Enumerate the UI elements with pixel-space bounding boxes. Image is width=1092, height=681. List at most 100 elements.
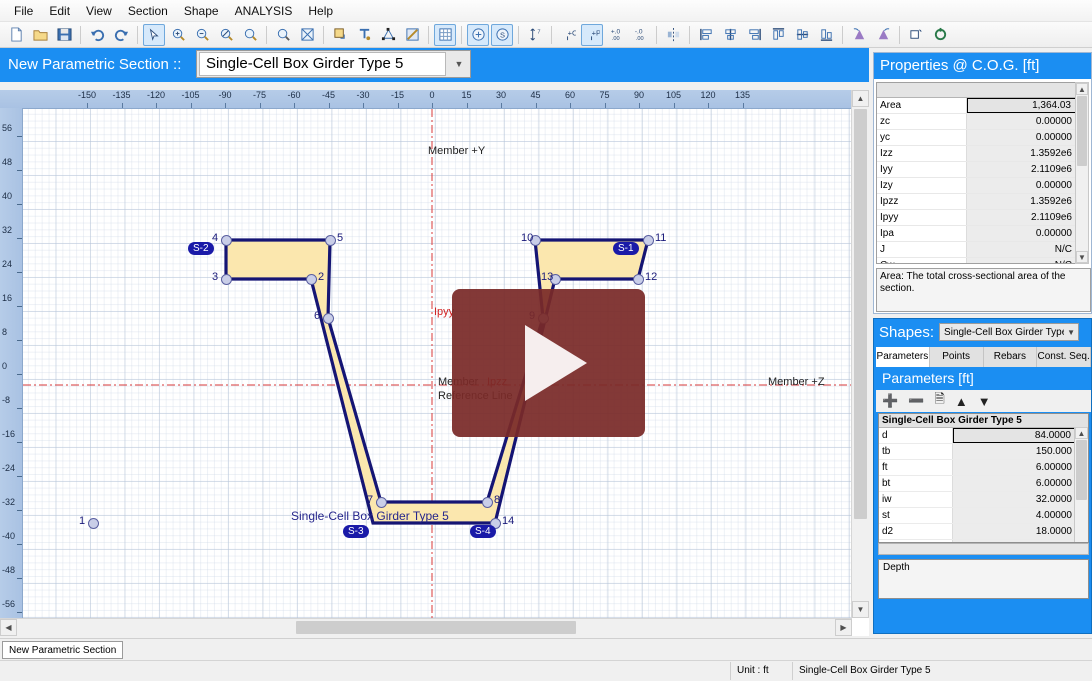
- play-button-icon[interactable]: [452, 289, 645, 437]
- zoom-fit-icon[interactable]: [272, 24, 294, 46]
- table-row[interactable]: d84.0000/: [879, 428, 1088, 444]
- tab-parameters[interactable]: Parameters: [876, 347, 930, 367]
- scroll-up-icon[interactable]: ▲: [852, 90, 869, 107]
- property-value[interactable]: 0.00000: [967, 130, 1076, 145]
- parameters-bottom-scroll[interactable]: [878, 543, 1089, 555]
- document-tab[interactable]: New Parametric Section: [2, 641, 124, 659]
- align-middle-icon[interactable]: [791, 24, 813, 46]
- table-row[interactable]: Area 1,364.03: [877, 98, 1076, 114]
- canvas-horizontal-scrollbar[interactable]: ◀ ▶: [0, 618, 852, 636]
- parameter-value[interactable]: 6.00000: [953, 460, 1075, 475]
- segment-badge[interactable]: S-2: [188, 242, 214, 255]
- snap-c-icon[interactable]: +C: [557, 24, 579, 46]
- table-row[interactable]: ft6.00000/: [879, 460, 1088, 476]
- parameter-value[interactable]: 18.0000: [953, 524, 1075, 539]
- properties-scroll-thumb[interactable]: [1077, 96, 1087, 166]
- table-row[interactable]: Izy 0.00000: [877, 178, 1076, 194]
- property-value[interactable]: 2.1109e6: [967, 162, 1076, 177]
- dimension-icon[interactable]: 7: [524, 24, 546, 46]
- grid-icon[interactable]: [434, 23, 456, 46]
- table-row[interactable]: st4.00000/: [879, 508, 1088, 524]
- node-marker[interactable]: [306, 274, 317, 285]
- mirror-icon[interactable]: [662, 24, 684, 46]
- parameter-value[interactable]: 32.0000: [953, 492, 1075, 507]
- calculator-icon[interactable]: 🗎: [934, 390, 944, 412]
- align-top-icon[interactable]: [767, 24, 789, 46]
- scroll-right-icon[interactable]: ▶: [835, 619, 852, 636]
- table-row[interactable]: Iyy 2.1109e6: [877, 162, 1076, 178]
- zoom-window-icon[interactable]: [215, 24, 237, 46]
- section-drawing[interactable]: 1234567891011121314 S-2S-1S-3S-4 Member …: [23, 109, 852, 618]
- property-value[interactable]: 1,364.03: [967, 98, 1076, 113]
- segment-badge[interactable]: S-4: [470, 525, 496, 538]
- menu-shape[interactable]: Shape: [176, 2, 227, 20]
- add-icon[interactable]: ➕: [882, 393, 898, 409]
- table-row[interactable]: J N/C: [877, 242, 1076, 258]
- table-row[interactable]: Ipa 0.00000: [877, 226, 1076, 242]
- table-row[interactable]: Izz 1.3592e6: [877, 146, 1076, 162]
- section-icon[interactable]: S: [491, 23, 513, 46]
- node-marker[interactable]: [482, 497, 493, 508]
- save-icon[interactable]: [53, 24, 75, 46]
- menu-analysis[interactable]: ANALYSIS: [227, 2, 301, 20]
- rotate-right-icon[interactable]: [872, 24, 894, 46]
- rotate-left-icon[interactable]: [848, 24, 870, 46]
- parameter-value[interactable]: 150.000: [953, 444, 1075, 459]
- horizontal-scroll-thumb[interactable]: [296, 621, 576, 634]
- table-row[interactable]: bt6.00000/: [879, 476, 1088, 492]
- properties-table[interactable]: Area 1,364.03 zc 0.00000 yc 0.00000 Izz 1.3592e…: [876, 82, 1077, 264]
- chevron-down-icon[interactable]: ▼: [448, 59, 470, 69]
- parameters-scroll-up-icon[interactable]: ▲: [1075, 427, 1088, 439]
- tab-points[interactable]: Points: [929, 347, 984, 367]
- align-right-icon[interactable]: [743, 24, 765, 46]
- zoom-previous-icon[interactable]: [239, 24, 261, 46]
- align-left-icon[interactable]: [695, 24, 717, 46]
- parameter-value[interactable]: 84.0000: [953, 428, 1075, 443]
- property-value[interactable]: 1.3592e6: [967, 146, 1076, 161]
- parameters-scroll-thumb[interactable]: [1076, 440, 1087, 500]
- zoom-in-icon[interactable]: [167, 24, 189, 46]
- table-row[interactable]: CwN/C: [877, 258, 1076, 263]
- parameter-value[interactable]: 4.00000: [953, 508, 1075, 523]
- node-marker[interactable]: [88, 518, 99, 529]
- property-value[interactable]: 0.00000: [967, 226, 1076, 241]
- node-marker[interactable]: [643, 235, 654, 246]
- scroll-left-icon[interactable]: ◀: [0, 619, 17, 636]
- tab-rebars[interactable]: Rebars: [983, 347, 1038, 367]
- parameters-table[interactable]: Single-Cell Box Girder Type 5 d84.0000/t…: [878, 413, 1089, 543]
- property-value[interactable]: 0.00000: [967, 178, 1076, 193]
- chevron-down-icon[interactable]: ▼: [1064, 328, 1078, 337]
- property-value[interactable]: N/C: [967, 258, 1076, 263]
- copy-shape-icon[interactable]: [905, 24, 927, 46]
- move-down-icon[interactable]: ▼: [978, 394, 991, 409]
- zoom-all-icon[interactable]: [296, 24, 318, 46]
- scroll-down-icon[interactable]: ▼: [852, 601, 869, 618]
- table-row[interactable]: Ipyy 2.1109e6: [877, 210, 1076, 226]
- vertical-scroll-thumb[interactable]: [854, 109, 867, 519]
- canvas-vertical-scrollbar[interactable]: ▲ ▼: [851, 90, 869, 618]
- menu-help[interactable]: Help: [300, 2, 341, 20]
- zoom-out-icon[interactable]: [191, 24, 213, 46]
- refresh-icon[interactable]: [929, 24, 951, 46]
- node-marker[interactable]: [323, 313, 334, 324]
- move-point-icon[interactable]: [329, 24, 351, 46]
- align-center-icon[interactable]: [719, 24, 741, 46]
- node-marker[interactable]: [221, 235, 232, 246]
- segment-badge[interactable]: S-1: [613, 242, 639, 255]
- parameters-scrollbar[interactable]: ▲: [1074, 427, 1088, 542]
- property-value[interactable]: 1.3592e6: [967, 194, 1076, 209]
- menu-edit[interactable]: Edit: [41, 2, 78, 20]
- move-up-icon[interactable]: ▲: [955, 394, 968, 409]
- property-value[interactable]: 2.1109e6: [967, 210, 1076, 225]
- properties-scrollbar[interactable]: ▲ ▼: [1075, 82, 1089, 264]
- table-row[interactable]: iw32.0000/: [879, 492, 1088, 508]
- node-edit-icon[interactable]: [377, 24, 399, 46]
- decimal-decrease-icon[interactable]: -.0.00: [629, 24, 651, 46]
- redo-icon[interactable]: [110, 24, 132, 46]
- decimal-increase-icon[interactable]: +.0.00: [605, 24, 627, 46]
- table-row[interactable]: d218.0000/: [879, 524, 1088, 540]
- shape-edit-icon[interactable]: [401, 24, 423, 46]
- property-value[interactable]: 0.00000: [967, 114, 1076, 129]
- snap-p-icon[interactable]: +P: [581, 23, 603, 46]
- select-arrow-icon[interactable]: [143, 23, 165, 46]
